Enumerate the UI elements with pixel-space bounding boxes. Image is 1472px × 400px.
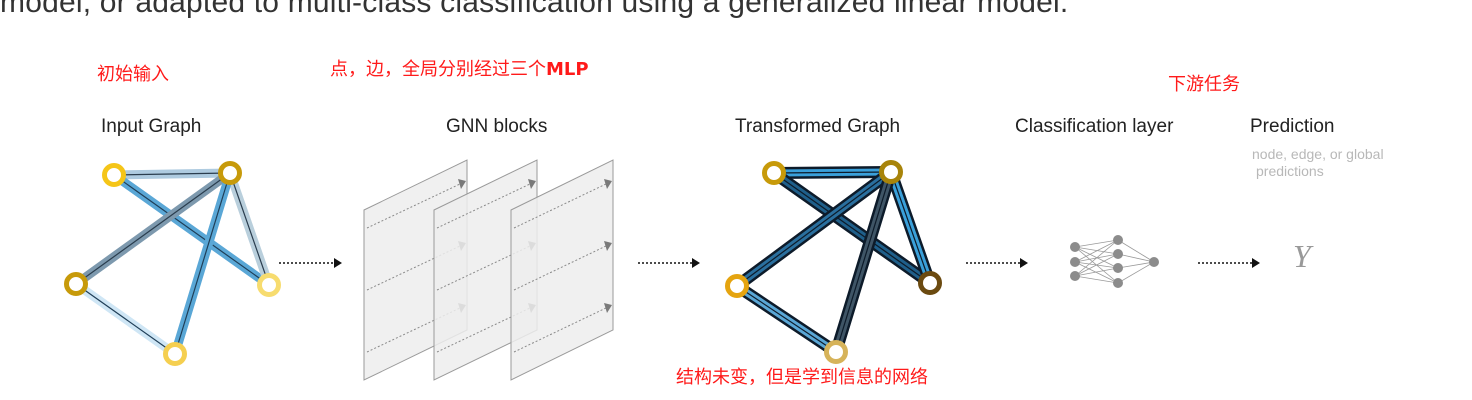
input-edge xyxy=(71,279,180,359)
neural-network-icon xyxy=(1070,235,1159,288)
arrow-right-icon xyxy=(966,258,1028,268)
input-node xyxy=(64,272,88,296)
input-edge xyxy=(109,168,235,180)
transformed-node xyxy=(918,271,942,295)
transformed-graph-edges xyxy=(731,166,936,358)
input-edge xyxy=(170,168,235,359)
gnn-blocks xyxy=(363,159,614,381)
input-edge xyxy=(71,168,235,289)
input-node xyxy=(218,161,242,185)
arrow-right-icon xyxy=(638,258,700,268)
transformed-node xyxy=(824,340,848,364)
input-graph xyxy=(64,161,281,366)
input-node xyxy=(163,342,187,366)
arrow-right-icon xyxy=(1198,258,1260,268)
diagram-canvas xyxy=(64,159,1260,381)
transformed-node xyxy=(725,274,749,298)
transformed-node xyxy=(762,161,786,185)
input-node xyxy=(257,273,281,297)
transformed-edge xyxy=(768,166,897,179)
gnn-pipeline-figure: model, or adapted to multi-class classif… xyxy=(0,0,1472,400)
input-node xyxy=(102,163,126,187)
transformed-node xyxy=(879,160,903,184)
arrow-right-icon xyxy=(279,258,342,268)
transformed-edge xyxy=(731,280,842,358)
transformed-graph xyxy=(725,160,942,364)
input-graph-edges xyxy=(71,168,274,359)
